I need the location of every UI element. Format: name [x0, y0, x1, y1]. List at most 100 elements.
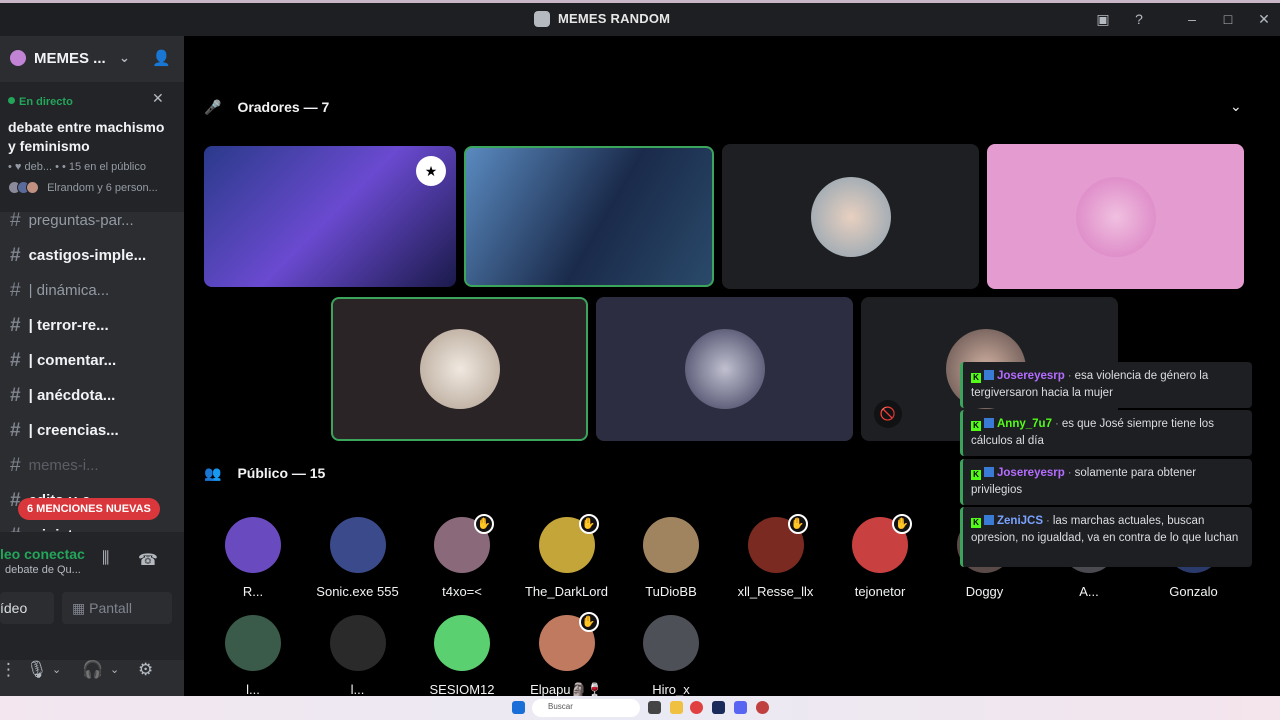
raised-hand-icon: ✋: [892, 514, 912, 534]
avatar: [329, 615, 386, 671]
channel-name: memes-i...: [28, 457, 99, 474]
audience-name: xll_Resse_llx: [737, 584, 814, 599]
video-button[interactable]: ídeo: [0, 592, 54, 624]
speaker-tile[interactable]: [722, 144, 979, 289]
chevron-down-icon[interactable]: ⌄: [1230, 98, 1242, 115]
chrome-icon[interactable]: [690, 701, 703, 714]
taskbar-search[interactable]: Buscar: [532, 699, 640, 717]
start-icon[interactable]: [512, 701, 525, 714]
photoshop-icon[interactable]: [712, 701, 725, 714]
audience-member[interactable]: SESIOM12: [407, 615, 517, 697]
channel-item[interactable]: # | dinámica...: [0, 274, 184, 309]
channel-item[interactable]: # | comentar...: [0, 344, 184, 379]
hash-icon: #: [10, 420, 21, 441]
moderator-badge-icon: ★: [416, 156, 446, 186]
window-title: MEMES RANDOM: [558, 11, 671, 26]
audience-name: SESIOM12: [429, 682, 495, 697]
raised-hand-icon: ✋: [787, 514, 808, 534]
speakers-header: 🎤 Oradores — 7: [204, 99, 330, 115]
audience-member[interactable]: l...: [303, 615, 413, 697]
channel-item[interactable]: # preguntas-par...: [0, 204, 184, 239]
avatar: [810, 176, 891, 257]
inbox-icon[interactable]: ▣: [1094, 10, 1112, 28]
hash-icon: #: [10, 385, 21, 406]
chat-message: K Anny_7u7 · es que José siempre tiene los …: [960, 410, 1252, 456]
channel-name: preguntas-par...: [28, 212, 134, 229]
audience-member[interactable]: ✋ The_DarkLord: [512, 514, 622, 599]
file-explorer-icon[interactable]: [670, 701, 683, 714]
stage-live-card[interactable]: En directo ✕ debate entre machismo y fem…: [0, 82, 184, 212]
server-header[interactable]: MEMES ... ⌄ 👤: [0, 36, 184, 82]
avatar: ✋: [434, 514, 494, 573]
separator: ·: [1067, 467, 1072, 479]
add-user-icon[interactable]: 👤: [152, 49, 171, 67]
avatar: [684, 329, 765, 409]
audience-member[interactable]: l...: [198, 615, 308, 697]
channel-item[interactable]: # castigos-imple...: [0, 239, 184, 274]
badge-icon: [984, 467, 994, 477]
channel-item[interactable]: # | terror-re...: [0, 309, 184, 344]
audience-member[interactable]: ✋ tejonetor: [825, 514, 935, 599]
speaker-tile[interactable]: [464, 146, 714, 287]
channel-item[interactable]: # | anécdota...: [0, 379, 184, 414]
audience-member[interactable]: ✋ xll_Resse_llx: [721, 514, 831, 599]
avatar: [329, 517, 386, 573]
audience-member[interactable]: TuDioBB: [616, 517, 726, 599]
new-mentions-badge[interactable]: 6 MENCIONES NUEVAS: [18, 498, 160, 520]
raised-hand-icon: ✋: [578, 612, 599, 632]
audience-name: TuDioBB: [645, 584, 697, 599]
chevron-down-icon[interactable]: ⌄: [119, 50, 130, 66]
audience-member[interactable]: R...: [198, 517, 308, 599]
listeners-label: Elrandom y 6 person...: [47, 182, 158, 194]
channel-item[interactable]: # memes-i...: [0, 449, 184, 484]
help-icon[interactable]: ?: [1130, 10, 1148, 28]
audience-name: l...: [246, 682, 260, 697]
close-icon[interactable]: ✕: [152, 90, 164, 107]
maximize-button[interactable]: □: [1219, 10, 1237, 28]
headphones-icon[interactable]: 🎧: [82, 660, 103, 680]
chevron-down-icon[interactable]: ⌄: [52, 663, 61, 676]
close-button[interactable]: ✕: [1255, 10, 1273, 28]
chat-username: ZeniJCS: [997, 515, 1044, 527]
avatar: [643, 615, 699, 671]
chevron-down-icon[interactable]: ⌄: [110, 663, 119, 676]
disconnect-icon[interactable]: ☎: [138, 550, 158, 570]
separator: ·: [1067, 370, 1072, 382]
app-icon[interactable]: [756, 701, 769, 714]
audience-member[interactable]: Sonic.exe 555: [303, 517, 413, 599]
task-view-icon[interactable]: [648, 701, 661, 714]
separator: ·: [1054, 418, 1059, 430]
stage-listeners: Elrandom y 6 person...: [8, 181, 176, 194]
audience-name: Gonzalo: [1169, 584, 1218, 599]
speaker-tile[interactable]: ★: [204, 146, 456, 287]
avatar: ✋: [747, 514, 808, 573]
voice-status[interactable]: leo conectac: [0, 546, 85, 562]
speaker-tile[interactable]: [596, 297, 853, 441]
audience-member[interactable]: ✋ Elpapu🗿🍷: [512, 612, 622, 698]
avatar: [225, 615, 281, 671]
audience-member[interactable]: ✋ t4xo=<: [407, 514, 517, 599]
speaker-tile[interactable]: [331, 297, 588, 441]
screen-share-button[interactable]: ▦ Pantall: [62, 592, 172, 624]
minimize-button[interactable]: –: [1183, 10, 1201, 28]
avatar: [419, 329, 500, 409]
hash-icon: #: [10, 350, 21, 371]
microphone-icon[interactable]: 🎙: [26, 660, 48, 680]
channel-item[interactable]: # | creencias...: [0, 414, 184, 449]
speaker-tile[interactable]: [987, 144, 1244, 289]
discord-icon[interactable]: [734, 701, 747, 714]
people-icon: 👥: [204, 465, 222, 481]
badge-icon: [984, 418, 994, 428]
chat-message: K Josereyesrp · esa violencia de género la …: [960, 362, 1252, 408]
channel-name: | dinámica...: [28, 282, 110, 299]
hash-icon: #: [10, 455, 21, 476]
avatar: [1075, 176, 1156, 257]
noise-suppression-icon[interactable]: ⫼: [102, 550, 109, 568]
voice-channel: debate de Qu...: [5, 564, 81, 576]
server-icon: [10, 50, 26, 66]
audience-member[interactable]: Hiro_x: [616, 615, 726, 697]
settings-gear-icon[interactable]: ⚙: [138, 660, 153, 680]
kick-icon: K: [971, 518, 981, 528]
avatar: ✋: [538, 612, 599, 671]
audience-header: 👥 Público — 15: [204, 465, 326, 481]
